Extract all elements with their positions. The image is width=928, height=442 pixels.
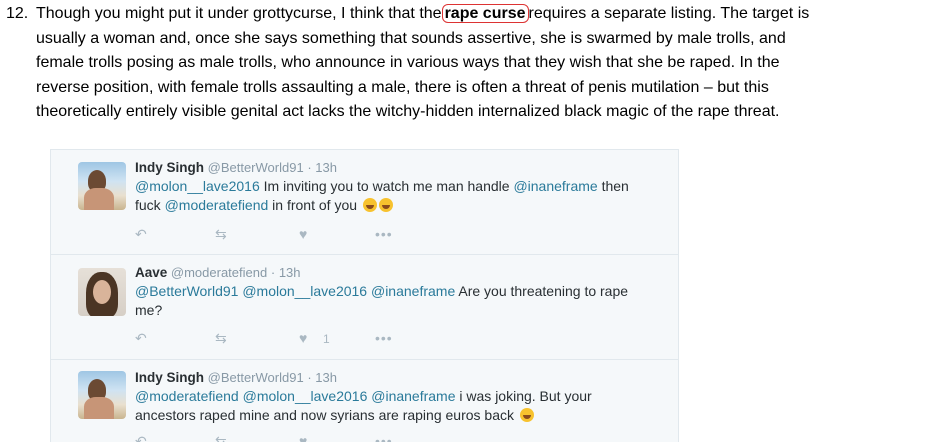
retweet-icon[interactable]: ⇆ xyxy=(215,330,227,347)
article-paragraph: 12. Though you might put it under grottyc… xyxy=(6,2,922,125)
tweet: Indy Singh @BetterWorld91 · 13h @molon__… xyxy=(51,150,678,255)
like-icon[interactable]: ♥ xyxy=(299,330,307,346)
timestamp[interactable]: 13h xyxy=(315,160,337,175)
highlighted-term: rape curse xyxy=(441,4,529,23)
mention-link[interactable]: @BetterWorld91 xyxy=(135,283,238,299)
paragraph-line-5: theoretically entirely visible genital a… xyxy=(36,103,780,121)
paragraph-number: 12. xyxy=(6,5,29,22)
paragraph-line-2: usually a woman and, once she says somet… xyxy=(36,29,786,47)
user-handle[interactable]: @BetterWorld91 xyxy=(208,370,304,385)
tweet-header: Indy Singh @BetterWorld91 · 13h xyxy=(135,160,337,175)
timestamp[interactable]: 13h xyxy=(279,265,301,280)
avatar[interactable] xyxy=(78,371,126,419)
reply-icon[interactable]: ↶ xyxy=(135,226,147,243)
mention-link[interactable]: @molon__lave2016 xyxy=(242,283,367,299)
retweet-icon[interactable]: ⇆ xyxy=(215,226,227,243)
paragraph-line-3: female trolls posing as male trolls, who… xyxy=(36,54,780,72)
user-name[interactable]: Aave xyxy=(135,265,167,280)
more-icon[interactable]: ••• xyxy=(375,330,393,346)
paragraph-line-4: reverse position, with female trolls ass… xyxy=(36,78,769,96)
tweet-text: @BetterWorld91 @molon__lave2016 @inanefr… xyxy=(135,283,629,318)
reply-icon[interactable]: ↶ xyxy=(135,330,147,347)
paragraph-line-1: 12. Though you might put it under grottyc… xyxy=(6,2,922,27)
mention-link[interactable]: @inaneframe xyxy=(513,178,597,194)
mention-link[interactable]: @molon__lave2016 xyxy=(243,388,368,404)
mention-link[interactable]: @moderatefiend xyxy=(165,197,269,213)
tweet-header: Indy Singh @BetterWorld91 · 13h xyxy=(135,370,337,385)
laughing-emoji-icon xyxy=(378,198,393,212)
user-name[interactable]: Indy Singh xyxy=(135,160,204,175)
mention-link[interactable]: @moderatefiend xyxy=(135,388,239,404)
tweet: Aave @moderatefiend · 13h @BetterWorld91… xyxy=(51,254,678,360)
avatar[interactable] xyxy=(78,268,126,316)
user-handle[interactable]: @moderatefiend xyxy=(171,265,267,280)
like-count: 1 xyxy=(323,332,330,346)
tweet-header: Aave @moderatefiend · 13h xyxy=(135,265,301,280)
user-name[interactable]: Indy Singh xyxy=(135,370,204,385)
tweet-text: @molon__lave2016 Im inviting you to watc… xyxy=(135,178,629,213)
mention-link[interactable]: @molon__lave2016 xyxy=(135,178,260,194)
avatar[interactable] xyxy=(78,162,126,210)
laughing-emoji-icon xyxy=(362,198,377,212)
tweet-thread: Indy Singh @BetterWorld91 · 13h @molon__… xyxy=(50,149,679,442)
timestamp[interactable]: 13h xyxy=(315,370,337,385)
more-icon[interactable]: ••• xyxy=(375,226,393,242)
laughing-emoji-icon xyxy=(519,408,534,422)
tweet: Indy Singh @BetterWorld91 · 13h @moderat… xyxy=(51,359,678,442)
tweet-text: @moderatefiend @molon__lave2016 @inanefr… xyxy=(135,388,592,423)
like-icon[interactable]: ♥ xyxy=(299,226,307,242)
mention-link[interactable]: @inaneframe xyxy=(371,388,455,404)
user-handle[interactable]: @BetterWorld91 xyxy=(208,160,304,175)
mention-link[interactable]: @inaneframe xyxy=(371,283,455,299)
